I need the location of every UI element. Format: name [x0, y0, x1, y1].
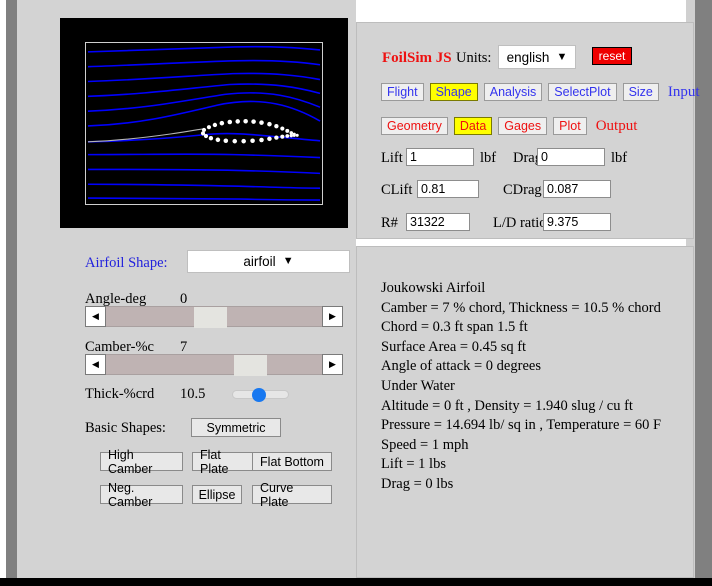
shape-button-flat-plate[interactable]: Flat Plate — [192, 452, 258, 471]
nav-button-analysis[interactable]: Analysis — [484, 83, 543, 101]
app-window: Airfoil Shape: airfoil ▼ Angle-deg 0 ◀ ▶… — [0, 0, 712, 586]
streamline-svg — [86, 43, 322, 204]
cdrag-label: CDrag — [503, 182, 542, 199]
units-value: english — [507, 50, 550, 65]
output-line: Pressure = 14.694 lb/ sq in , Temperatur… — [381, 416, 681, 436]
arrow-left-icon: ◀ — [92, 360, 99, 370]
cdrag-field[interactable] — [543, 180, 611, 198]
lift-units: lbf — [480, 150, 496, 167]
output-nav-row: Geometry Data Gages Plot Output — [381, 117, 637, 135]
angle-deg-slider[interactable]: ◀ ▶ — [85, 306, 343, 327]
output-text-list: Joukowski Airfoil Camber = 7 % chord, Th… — [381, 279, 681, 495]
output-line: Under Water — [381, 377, 681, 397]
reset-button[interactable]: reset — [592, 47, 632, 65]
output-group-label: Output — [596, 118, 638, 135]
lift-field[interactable] — [406, 148, 474, 166]
nav-button-flight[interactable]: Flight — [381, 83, 424, 101]
angle-deg-thumb[interactable] — [194, 307, 227, 328]
output-line: Camber = 7 % chord, Thickness = 10.5 % c… — [381, 299, 681, 319]
thickness-range-slider[interactable] — [232, 386, 289, 402]
nav-button-geometry[interactable]: Geometry — [381, 117, 448, 135]
angle-deg-track[interactable] — [106, 306, 322, 327]
chevron-down-icon: ▼ — [556, 52, 567, 63]
shape-button-ellipse[interactable]: Ellipse — [192, 485, 242, 504]
camber-track[interactable] — [106, 354, 322, 375]
nav-button-data[interactable]: Data — [454, 117, 492, 135]
arrow-right-icon: ▶ — [329, 312, 336, 322]
thickness-label: Thick-%crd — [85, 386, 154, 403]
shape-button-high-camber[interactable]: High Camber — [100, 452, 183, 471]
app-title: FoilSim JS — [382, 50, 452, 67]
thickness-value: 10.5 — [180, 386, 205, 403]
output-line: Altitude = 0 ft , Density = 1.940 slug /… — [381, 397, 681, 417]
camber-increment-button[interactable]: ▶ — [322, 354, 343, 375]
output-line: Surface Area = 0.45 sq ft — [381, 338, 681, 358]
camber-decrement-button[interactable]: ◀ — [85, 354, 106, 375]
streamline-airfoil-view[interactable] — [85, 42, 323, 205]
clift-field[interactable] — [417, 180, 479, 198]
lift-label: Lift — [381, 150, 403, 167]
input-output-panel: FoilSim JS Units: english ▼ reset Flight… — [356, 22, 694, 239]
units-dropdown[interactable]: english ▼ — [498, 45, 576, 69]
window-bottom-black-bar — [0, 578, 712, 586]
output-line: Drag = 0 lbs — [381, 475, 681, 495]
output-line: Speed = 1 mph — [381, 436, 681, 456]
drag-field[interactable] — [537, 148, 605, 166]
shape-button-symmetric[interactable]: Symmetric — [191, 418, 281, 437]
output-text-panel: Joukowski Airfoil Camber = 7 % chord, Th… — [356, 246, 694, 578]
left-control-panel: Airfoil Shape: airfoil ▼ Angle-deg 0 ◀ ▶… — [17, 0, 356, 578]
angle-deg-decrement-button[interactable]: ◀ — [85, 306, 106, 327]
camber-thumb[interactable] — [234, 355, 267, 376]
arrow-right-icon: ▶ — [329, 360, 336, 370]
shape-button-curve-plate[interactable]: Curve Plate — [252, 485, 332, 504]
drag-units: lbf — [611, 150, 627, 167]
reynolds-field[interactable] — [406, 213, 470, 231]
nav-button-shape[interactable]: Shape — [430, 83, 478, 101]
nav-button-size[interactable]: Size — [623, 83, 659, 101]
reynolds-label: R# — [381, 215, 398, 232]
output-line: Lift = 1 lbs — [381, 455, 681, 475]
window-left-gray-bar — [6, 0, 17, 580]
airfoil-shape-value: airfoil — [243, 254, 275, 269]
shape-button-neg-camber[interactable]: Neg. Camber — [100, 485, 183, 504]
units-label: Units: — [456, 50, 491, 67]
arrow-left-icon: ◀ — [92, 312, 99, 322]
output-line: Joukowski Airfoil — [381, 279, 681, 299]
nav-button-gages[interactable]: Gages — [498, 117, 547, 135]
airfoil-shape-label: Airfoil Shape: — [85, 255, 168, 272]
shape-button-flat-bottom[interactable]: Flat Bottom — [252, 452, 332, 471]
output-line: Angle of attack = 0 degrees — [381, 357, 681, 377]
chevron-down-icon: ▼ — [283, 256, 294, 267]
airfoil-viewer-frame — [60, 18, 348, 228]
input-nav-row: Flight Shape Analysis SelectPlot Size In… — [381, 83, 700, 101]
nav-button-plot[interactable]: Plot — [553, 117, 587, 135]
nav-button-selectplot[interactable]: SelectPlot — [548, 83, 616, 101]
clift-label: CLift — [381, 182, 412, 199]
ld-ratio-field[interactable] — [543, 213, 611, 231]
ld-ratio-label: L/D ratio — [493, 215, 547, 232]
camber-slider[interactable]: ◀ ▶ — [85, 354, 343, 375]
angle-deg-increment-button[interactable]: ▶ — [322, 306, 343, 327]
airfoil-shape-dropdown[interactable]: airfoil ▼ — [187, 250, 350, 273]
basic-shapes-label: Basic Shapes: — [85, 420, 166, 437]
output-line: Chord = 0.3 ft span 1.5 ft — [381, 318, 681, 338]
input-group-label: Input — [668, 84, 700, 101]
